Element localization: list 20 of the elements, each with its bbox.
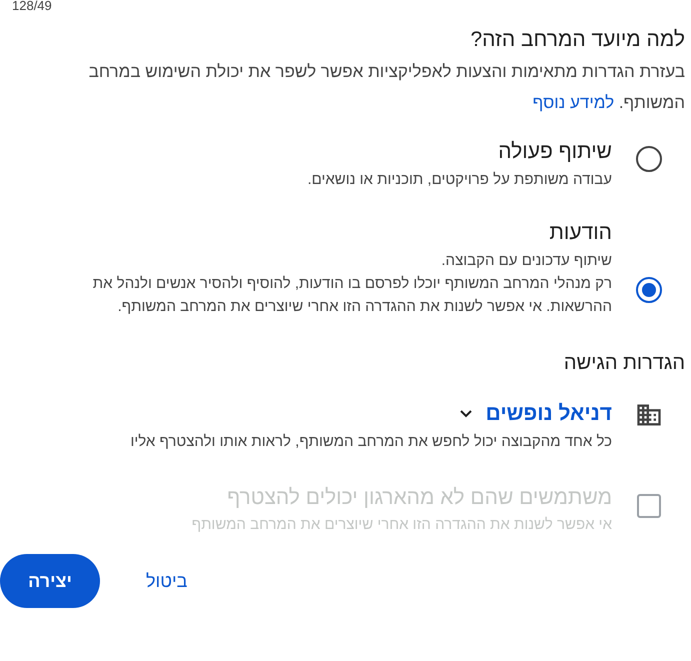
checkbox-hint: אי אפשר לשנות את ההגדרה הזו אחרי שיוצרים את המרחב המשותף [192,515,612,535]
audience-dropdown[interactable]: דניאל נופשים [460,398,612,430]
chevron-down-icon [460,410,472,418]
option-title: הודעות [548,220,612,246]
create-button[interactable]: יצירה [0,554,100,608]
radio-button[interactable] [636,146,662,172]
learn-more-link[interactable]: למידע נוסף [532,93,614,112]
option-description: עבודה משותפת על פרויקטים, תוכניות או נושאים. [306,170,612,190]
cancel-button[interactable]: ביטול [138,562,196,600]
section-heading: הגדרות הגישה [562,351,685,376]
audience-description: כל אחד מהקבוצה יכול לחפש את המרחב המשותף, לראות אותו ולהצטרף אליו [130,432,612,452]
building-icon [634,402,662,428]
character-counter: 128/49 [12,0,52,15]
option-title: שיתוף פעולה [497,139,612,165]
radio-button[interactable] [636,277,662,303]
checkbox-label: משתמשים שהם לא מהארגון יכולים להצטרף [226,485,612,511]
option-description: רק מנהלי המרחב המשותף יוכלו לפרסם בו הודעות, להוסיף ולהסיר אנשים ולנהל את ההרשאות. אי אפשר לשנות את ההגדרה הזו אחרי שיוצרים את המרחב המשותף. [92,274,612,317]
option-description: שיתוף עדכונים עם הקבוצה. [440,251,612,271]
description-text: בעזרת הגדרות מתאימות והצעות לאפליקציות אפשר לשפר את יכולת השימוש במרחב המשותף. למידע נוסף [88,61,685,114]
section-heading: למה מיועד המרחב הזה? [469,27,685,53]
